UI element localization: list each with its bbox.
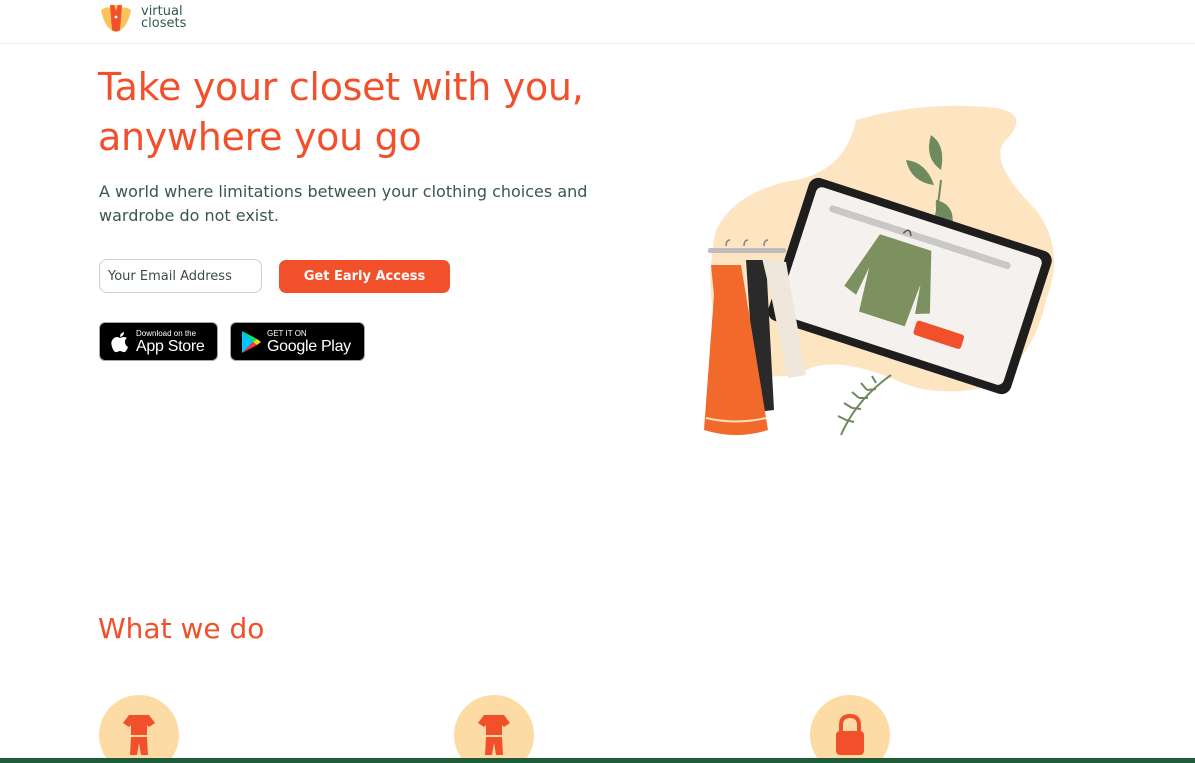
apple-icon	[111, 331, 128, 352]
app-store-badge[interactable]: Download on the App Store	[99, 322, 218, 361]
footer-strip	[0, 758, 1195, 763]
google-play-icon	[242, 330, 261, 353]
hero-title: Take your closet with you, anywhere you …	[98, 65, 584, 159]
brand-name: virtual closets	[141, 5, 187, 31]
app-store-small-text: Download on the	[136, 328, 197, 338]
outfit-icon	[123, 715, 155, 755]
hero-subtitle: A world where limitations between your c…	[99, 182, 588, 225]
brand-name-line2: closets	[141, 16, 187, 31]
google-play-badge[interactable]: GET IT ON Google Play	[230, 322, 365, 361]
fern-leaves	[837, 374, 892, 436]
google-play-small-text: GET IT ON	[267, 328, 307, 338]
feature-lock-circle	[810, 695, 890, 763]
virtual-closet-illustration	[704, 105, 1054, 436]
hanger-logo-icon	[101, 5, 131, 33]
outfit-icon	[478, 715, 510, 755]
email-input[interactable]	[99, 259, 262, 293]
feature-outfit-circle-2	[454, 695, 534, 763]
top-navbar: virtual closets	[0, 0, 1195, 44]
feature-outfit-circle-1	[99, 695, 179, 763]
lock-icon	[836, 713, 864, 755]
google-play-big-text: Google Play	[267, 337, 351, 355]
get-early-access-button[interactable]: Get Early Access	[279, 260, 450, 293]
app-store-big-text: App Store	[136, 337, 205, 355]
what-we-do-title: What we do	[98, 612, 265, 645]
brand-logo[interactable]: virtual closets	[99, 2, 186, 34]
